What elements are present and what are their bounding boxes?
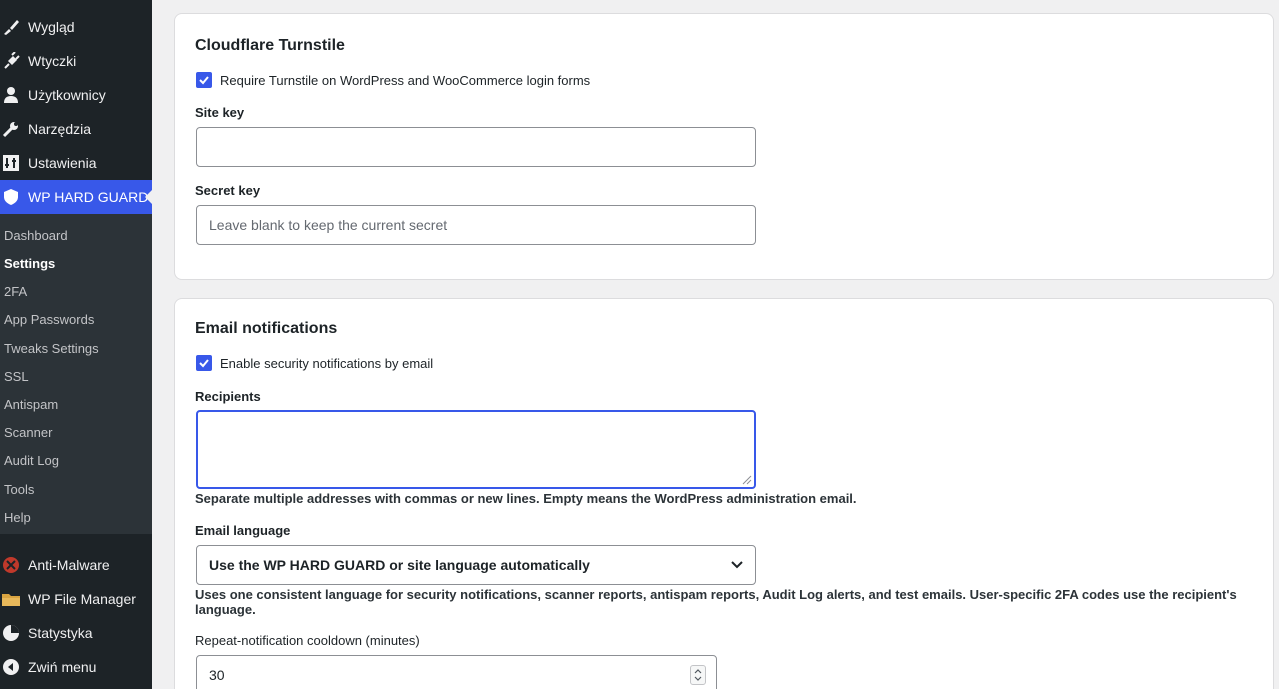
collapse-menu-button[interactable]: Zwiń menu: [0, 650, 152, 684]
enable-email-checkbox-row[interactable]: Enable security notifications by email: [196, 355, 433, 371]
submenu-item-help[interactable]: Help: [4, 510, 31, 525]
email-notifications-card: Email notifications Enable security noti…: [174, 298, 1274, 689]
wp-hard-guard-submenu: Dashboard Settings 2FA App Passwords Twe…: [0, 214, 152, 534]
menu-item-wp-hard-guard[interactable]: WP HARD GUARD: [0, 180, 153, 214]
menu-label: WP File Manager: [28, 591, 136, 607]
menu-label: Zwiń menu: [28, 659, 97, 675]
menu-item-appearance[interactable]: Wygląd: [0, 10, 152, 44]
cooldown-number-input[interactable]: 30: [196, 655, 717, 689]
wrench-icon: [1, 119, 21, 139]
chevron-down-icon: [731, 561, 743, 569]
site-key-label: Site key: [195, 105, 245, 120]
cooldown-value: 30: [209, 667, 225, 683]
decrement-icon[interactable]: [694, 676, 702, 681]
recipients-help: Separate multiple addresses with commas …: [195, 491, 857, 506]
submenu-item-tweaks-settings[interactable]: Tweaks Settings: [4, 341, 99, 356]
number-spinner[interactable]: [690, 665, 706, 685]
email-language-help: Uses one consistent language for securit…: [195, 587, 1237, 617]
paintbrush-icon: [1, 17, 21, 37]
cooldown-label: Repeat-notification cooldown (minutes): [195, 633, 420, 648]
submenu-item-antispam[interactable]: Antispam: [4, 397, 58, 412]
menu-label: Użytkownicy: [28, 87, 106, 103]
menu-label: Wtyczki: [28, 53, 77, 69]
collapse-icon: [1, 657, 21, 677]
antimalware-icon: [1, 555, 21, 575]
recipients-label: Recipients: [195, 389, 261, 404]
secret-key-input[interactable]: [196, 205, 756, 245]
increment-icon[interactable]: [694, 669, 702, 674]
turnstile-card: Cloudflare Turnstile Require Turnstile o…: [174, 13, 1274, 280]
submenu-item-scanner[interactable]: Scanner: [4, 425, 52, 440]
folder-icon: [1, 589, 21, 609]
menu-item-tools[interactable]: Narzędzia: [0, 112, 152, 146]
site-key-input[interactable]: [196, 127, 756, 167]
shield-icon: [1, 187, 21, 207]
submenu-item-ssl[interactable]: SSL: [4, 369, 29, 384]
submenu-item-dashboard[interactable]: Dashboard: [4, 228, 68, 243]
pie-chart-icon: [1, 623, 21, 643]
section-title: Cloudflare Turnstile: [195, 37, 345, 54]
plugin-icon: [1, 51, 21, 71]
section-title: Email notifications: [195, 320, 338, 337]
menu-item-plugins[interactable]: Wtyczki: [0, 44, 152, 78]
submenu-item-app-passwords[interactable]: App Passwords: [4, 312, 94, 327]
submenu-item-tools[interactable]: Tools: [4, 482, 34, 497]
require-turnstile-checkbox[interactable]: [196, 72, 212, 88]
menu-label: Anti-Malware: [28, 557, 110, 573]
menu-item-wp-file-manager[interactable]: WP File Manager: [0, 582, 152, 616]
submenu-item-settings[interactable]: Settings: [4, 256, 55, 271]
email-language-label: Email language: [195, 523, 291, 538]
menu-item-anti-malware[interactable]: Anti-Malware: [0, 548, 152, 582]
users-icon: [1, 85, 21, 105]
submenu-item-2fa[interactable]: 2FA: [4, 284, 27, 299]
menu-item-users[interactable]: Użytkownicy: [0, 78, 152, 112]
checkbox-label: Require Turnstile on WordPress and WooCo…: [220, 72, 591, 88]
menu-item-statystyka[interactable]: Statystyka: [0, 616, 152, 650]
menu-label: Wygląd: [28, 19, 75, 35]
menu-label: WP HARD GUARD: [28, 189, 149, 205]
menu-label: Statystyka: [28, 625, 93, 641]
enable-email-checkbox[interactable]: [196, 355, 212, 371]
checkbox-label: Enable security notifications by email: [220, 355, 434, 371]
menu-item-settings[interactable]: Ustawienia: [0, 146, 152, 180]
settings-sliders-icon: [1, 153, 21, 173]
submenu-item-audit-log[interactable]: Audit Log: [4, 453, 59, 468]
require-turnstile-checkbox-row[interactable]: Require Turnstile on WordPress and WooCo…: [196, 72, 590, 88]
resize-handle-icon[interactable]: [742, 475, 752, 485]
menu-label: Ustawienia: [28, 155, 97, 171]
email-language-select[interactable]: Use the WP HARD GUARD or site language a…: [196, 545, 756, 585]
select-value: Use the WP HARD GUARD or site language a…: [209, 557, 590, 573]
recipients-textarea[interactable]: [196, 410, 756, 489]
admin-sidebar: Wygląd Wtyczki Użytkownicy Narzędzia Ust…: [0, 0, 153, 689]
secret-key-label: Secret key: [195, 183, 261, 198]
menu-label: Narzędzia: [28, 121, 92, 137]
